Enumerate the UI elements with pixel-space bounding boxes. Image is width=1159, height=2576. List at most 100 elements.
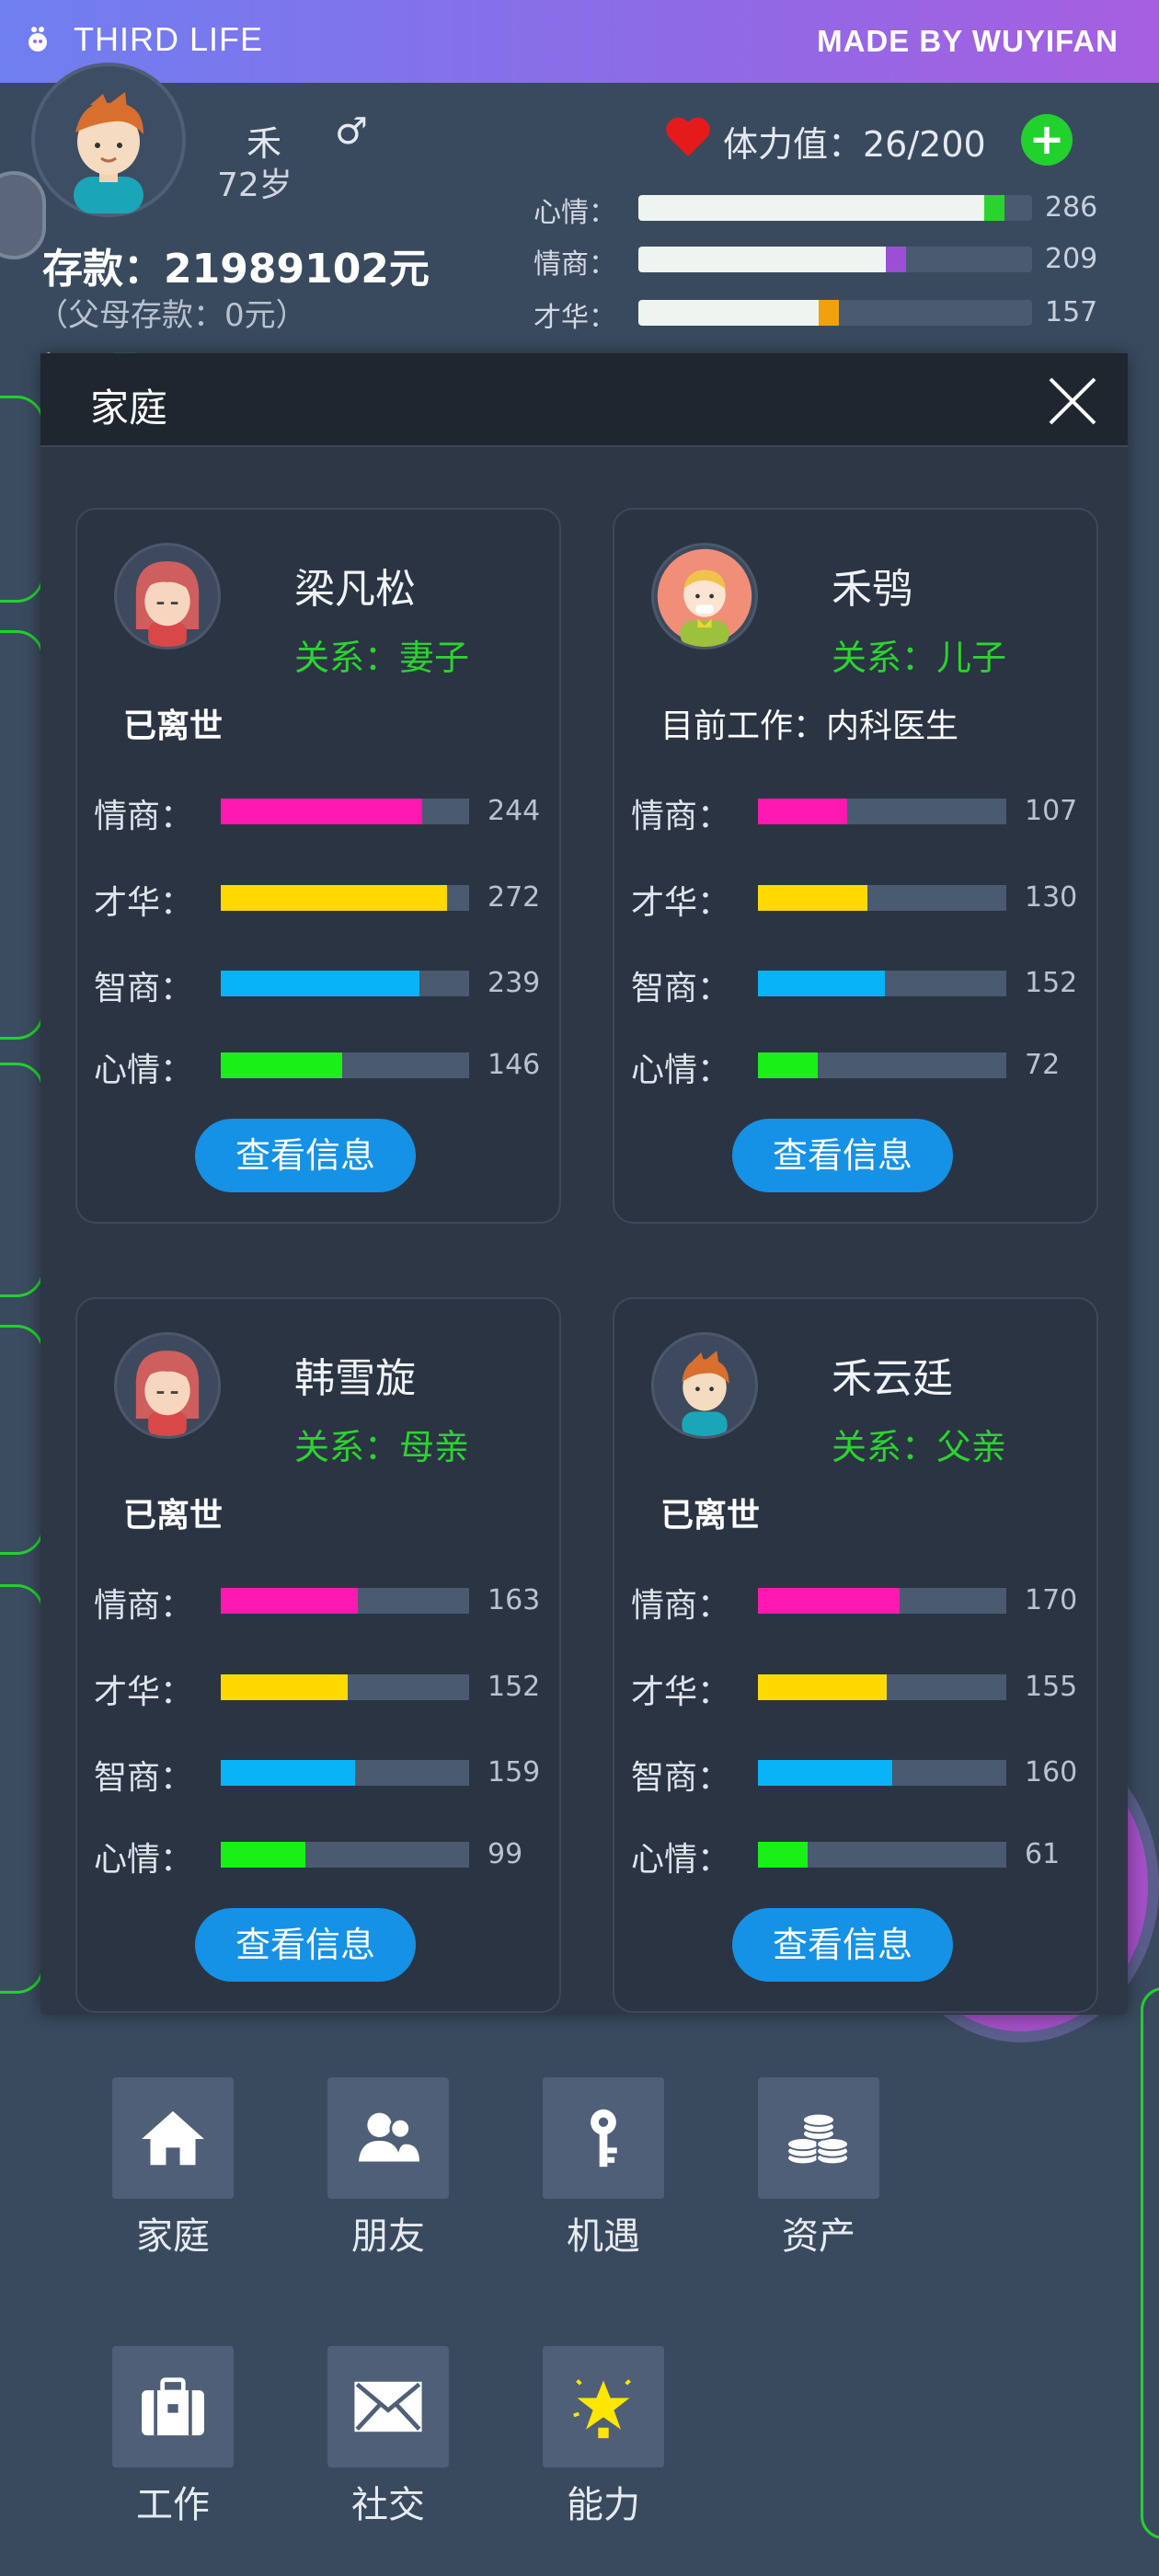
stat-value: 209 [1045,243,1098,275]
stat-bar [758,1588,1006,1614]
view-info-button[interactable]: 查看信息 [732,1908,953,1982]
member-stat-row: 心情： 72 [631,1040,1091,1089]
view-info-button[interactable]: 查看信息 [195,1908,416,1982]
home-icon [112,2077,234,2199]
stat-bar-fill [221,971,419,996]
menu-label: 能力 [567,2484,640,2526]
stat-label: 才华： [631,1673,731,1711]
member-stat-row: 才华： 130 [631,872,1091,922]
stat-bar-fill [758,1842,808,1868]
family-member-card: 韩雪旋 关系：母亲 已离世 情商： 163 才华： 152 智商： 159 心情… [75,1297,561,2013]
add-stamina-button[interactable]: + [1021,114,1073,166]
male-icon [682,1351,729,1436]
stat-value: 107 [1025,795,1078,827]
menu-social-button[interactable]: 社交 [327,2346,449,2528]
coins-icon [758,2077,879,2199]
son-icon [657,548,752,647]
view-info-button[interactable]: 查看信息 [732,1119,953,1192]
menu-ability-button[interactable]: 能力 [543,2346,664,2528]
stat-bar [221,971,469,996]
member-stat-row: 情商： 170 [631,1575,1091,1625]
stat-value: 152 [488,1671,541,1703]
player-stat-row: 才华： 157 [534,291,1122,337]
stat-bar [758,1052,1006,1078]
stat-label: 才华： [94,1673,194,1711]
menu-assets-button[interactable]: 资产 [758,2077,879,2260]
key-icon [543,2077,664,2199]
family-member-card: 禾鸮 关系：儿子 目前工作：内科医生 情商： 107 才华： 130 智商： 1… [613,508,1098,1224]
side-menu-tab[interactable] [0,171,46,259]
stat-bar-fill [221,1674,348,1700]
menu-label: 资产 [782,2215,855,2258]
stat-label: 才华： [631,884,731,922]
star-bulb-icon [543,2346,664,2467]
member-status: 已离世 [123,1497,224,1535]
stat-value: 272 [488,881,541,914]
modal-title: 家庭 [90,385,168,431]
member-name: 梁凡松 [294,566,416,613]
member-stat-row: 智商： 239 [94,958,554,1007]
stat-bar [758,885,1006,911]
member-stat-row: 心情： 99 [94,1829,554,1879]
savings-text: 存款：21989102元 [42,246,430,293]
stat-bar-fill [638,247,887,272]
menu-work-button[interactable]: 工作 [112,2346,234,2528]
stat-bar [758,799,1006,824]
stat-label: 情商： [631,1587,731,1625]
stat-bar-fill [758,799,848,824]
stat-bar-fill [221,799,422,824]
stat-bar-fill [221,1842,305,1868]
mail-icon [327,2346,449,2467]
member-relation: 关系：母亲 [294,1427,470,1467]
stat-label: 心情： [631,1052,731,1089]
player-avatar[interactable] [31,63,186,217]
stat-bar [221,1588,469,1614]
member-status: 目前工作：内科医生 [660,707,959,745]
menu-friends-button[interactable]: 朋友 [327,2077,449,2260]
background-card [0,1063,44,1297]
member-stat-row: 情商： 244 [94,786,554,835]
close-icon[interactable] [1045,374,1100,429]
stat-bar [638,300,1032,326]
player-stat-row: 情商： 209 [534,237,1122,283]
modal-header: 家庭 [40,353,1128,447]
background-card [0,630,44,1040]
member-stat-row: 智商： 159 [94,1747,554,1797]
stat-bar [638,247,1032,272]
app-title: THIRD LIFE [74,20,264,58]
stat-value: 99 [488,1838,523,1870]
stat-value: 152 [1025,967,1078,999]
stat-bar [221,1052,469,1078]
member-stat-row: 才华： 272 [94,872,554,922]
stat-label: 情商： [534,248,616,281]
stat-bar-fill [758,1674,888,1700]
member-avatar [651,543,758,650]
friends-icon [327,2077,449,2199]
stat-value: 239 [488,967,541,999]
stat-bar-fill [758,1052,818,1078]
credit-text: MADE BY WUYIFAN [817,24,1119,58]
stat-label: 才华： [534,302,616,334]
stat-bar [758,1842,1006,1868]
member-name: 禾鸮 [832,566,912,613]
stat-bar-fill [221,1588,358,1614]
member-stat-row: 智商： 160 [631,1747,1091,1797]
member-name: 韩雪旋 [294,1355,416,1402]
stat-value: 146 [488,1049,541,1081]
stat-value: 160 [1025,1756,1078,1788]
view-info-button[interactable]: 查看信息 [195,1119,416,1192]
stat-bar [758,971,1006,996]
stat-bar [221,1842,469,1868]
member-status: 已离世 [123,707,224,745]
heart-icon [666,117,710,156]
stat-bar-cap [819,300,840,326]
background-card [0,1325,44,1555]
stat-label: 才华： [94,884,194,922]
menu-family-button[interactable]: 家庭 [112,2077,234,2260]
player-stat-row: 心情： 286 [534,186,1122,232]
member-stat-row: 智商： 152 [631,958,1091,1007]
menu-opportunity-button[interactable]: 机遇 [543,2077,664,2260]
stat-bar-fill [758,1760,892,1786]
family-member-card: 禾云廷 关系：父亲 已离世 情商： 170 才华： 155 智商： 160 心情… [613,1297,1098,2013]
stat-value: 72 [1025,1049,1061,1081]
